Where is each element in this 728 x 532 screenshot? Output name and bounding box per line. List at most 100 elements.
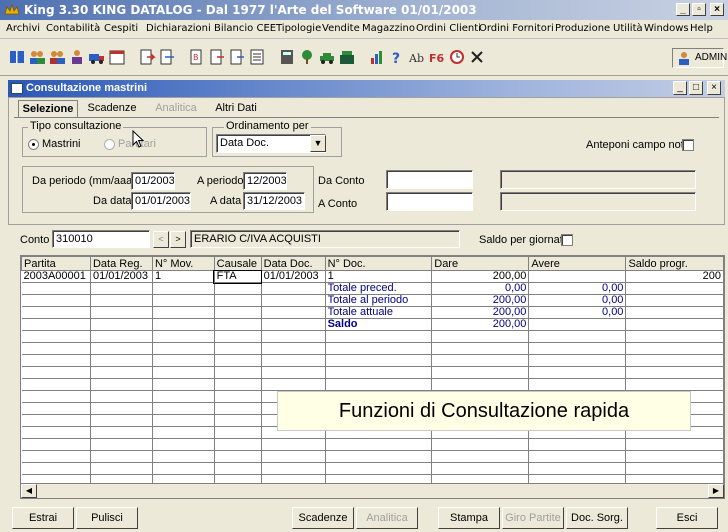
radio-partitari[interactable]	[104, 139, 115, 150]
empty-cell[interactable]	[431, 378, 530, 391]
empty-cell[interactable]	[528, 378, 627, 391]
users-icon[interactable]	[28, 48, 46, 66]
empty-cell[interactable]	[528, 462, 627, 475]
cell-data-reg[interactable]: 01/01/2003	[90, 270, 153, 283]
empty-cell[interactable]	[625, 450, 724, 463]
empty-cell[interactable]	[21, 378, 91, 391]
giro-partite-button[interactable]: Giro Partite	[502, 507, 564, 529]
menu-windows[interactable]: Windows	[644, 23, 689, 34]
cell-dare[interactable]: 200,00	[431, 306, 530, 319]
empty-cell[interactable]	[528, 354, 627, 367]
empty-cell[interactable]	[90, 414, 153, 427]
col-header-dare[interactable]: Dare	[431, 256, 530, 271]
empty-cell[interactable]	[21, 450, 91, 463]
stampa-button[interactable]: Stampa	[438, 507, 500, 529]
empty-cell[interactable]	[261, 438, 326, 451]
menu-contabilita[interactable]: Contabilità	[46, 23, 100, 34]
cell-partita[interactable]	[21, 294, 91, 307]
col-header-data-reg[interactable]: Data Reg.	[89, 256, 153, 271]
empty-cell[interactable]	[214, 414, 262, 427]
empty-cell[interactable]	[152, 402, 215, 415]
empty-cell[interactable]	[214, 462, 262, 475]
empty-cell[interactable]	[261, 378, 326, 391]
col-header-avere[interactable]: Avere	[528, 256, 627, 271]
tab-selezione[interactable]: Selezione	[18, 100, 78, 117]
cell-partita[interactable]	[21, 318, 91, 331]
empty-row[interactable]	[21, 378, 724, 391]
book-icon[interactable]	[8, 48, 26, 66]
empty-cell[interactable]	[431, 450, 530, 463]
empty-cell[interactable]	[431, 354, 530, 367]
table-row[interactable]: Totale attuale 200,00 0,00	[21, 306, 724, 319]
chevron-down-icon[interactable]: ▼	[310, 135, 326, 152]
estrai-button[interactable]: Estrai	[12, 507, 74, 529]
cell-causale[interactable]	[214, 294, 262, 307]
tab-scadenze[interactable]: Scadenze	[82, 100, 142, 117]
chart-icon[interactable]	[368, 48, 386, 66]
cell-dare[interactable]: 200,00	[431, 294, 530, 307]
empty-cell[interactable]	[528, 366, 627, 379]
empty-cell[interactable]	[152, 366, 215, 379]
invoice-in-icon[interactable]	[208, 48, 226, 66]
cell-partita[interactable]: 2003A00001	[21, 270, 91, 283]
child-maximize-button[interactable]: □	[689, 81, 703, 95]
empty-cell[interactable]	[325, 354, 433, 367]
empty-cell[interactable]	[261, 462, 326, 475]
clock-icon[interactable]	[448, 48, 466, 66]
user-badge[interactable]: ADMIN	[672, 48, 727, 68]
restore-button[interactable]: ▫	[692, 3, 706, 16]
calendar-icon[interactable]	[108, 48, 126, 66]
movements-grid[interactable]: Partita Data Reg. N° Mov. Causale Data D…	[20, 255, 725, 491]
empty-cell[interactable]	[152, 462, 215, 475]
empty-cell[interactable]	[21, 438, 91, 451]
table-row[interactable]: Totale al periodo 200,00 0,00	[21, 294, 724, 307]
cell-avere[interactable]: 0,00	[528, 294, 627, 307]
cell-data-doc[interactable]: 01/01/2003	[261, 270, 326, 283]
invoice-b-icon[interactable]: B	[188, 48, 206, 66]
cell-dare[interactable]: 200,00	[431, 270, 530, 283]
empty-cell[interactable]	[21, 390, 91, 403]
empty-cell[interactable]	[21, 330, 91, 343]
document-out-icon[interactable]	[158, 48, 176, 66]
empty-cell[interactable]	[431, 330, 530, 343]
menu-help[interactable]: Help	[690, 23, 713, 34]
menu-ordini-clienti[interactable]: Ordini Clienti	[416, 23, 481, 34]
empty-cell[interactable]	[90, 462, 153, 475]
minimize-button[interactable]: _	[676, 3, 690, 16]
menu-archivi[interactable]: Archivi	[6, 23, 40, 34]
empty-cell[interactable]	[325, 438, 433, 451]
menu-produzione[interactable]: Produzione	[555, 23, 610, 34]
empty-cell[interactable]	[90, 390, 153, 403]
empty-cell[interactable]	[528, 342, 627, 355]
menu-dichiarazioni[interactable]: Dichiarazioni	[146, 23, 211, 34]
menu-tipologie[interactable]: Tipologie	[276, 23, 321, 34]
conto-input[interactable]: 310010	[52, 230, 150, 248]
king-app-icon[interactable]	[4, 2, 20, 18]
cell-data-doc[interactable]	[261, 306, 326, 319]
empty-cell[interactable]	[528, 450, 627, 463]
empty-cell[interactable]	[152, 354, 215, 367]
empty-cell[interactable]	[90, 378, 153, 391]
horizontal-scrollbar[interactable]: ◀ ▶	[20, 483, 725, 499]
empty-cell[interactable]	[21, 402, 91, 415]
empty-row[interactable]	[21, 366, 724, 379]
empty-cell[interactable]	[214, 390, 262, 403]
empty-cell[interactable]	[90, 450, 153, 463]
empty-cell[interactable]	[21, 462, 91, 475]
scroll-right-icon[interactable]: ▶	[708, 484, 724, 498]
empty-row[interactable]	[21, 354, 724, 367]
cell-saldo-progr[interactable]	[625, 282, 724, 295]
col-header-data-doc[interactable]: Data Doc.	[260, 256, 326, 271]
cell-saldo-progr[interactable]	[625, 318, 724, 331]
empty-cell[interactable]	[21, 426, 91, 439]
saldo-giornata-checkbox[interactable]	[561, 234, 573, 246]
cell-causale[interactable]	[214, 318, 262, 331]
cell-causale[interactable]: FTA	[213, 269, 263, 284]
cell-causale[interactable]	[214, 306, 262, 319]
empty-row[interactable]	[21, 450, 724, 463]
cell-n-mov[interactable]	[152, 282, 215, 295]
empty-cell[interactable]	[152, 450, 215, 463]
cell-causale[interactable]	[214, 282, 262, 295]
cell-partita[interactable]	[21, 306, 91, 319]
empty-cell[interactable]	[214, 330, 262, 343]
